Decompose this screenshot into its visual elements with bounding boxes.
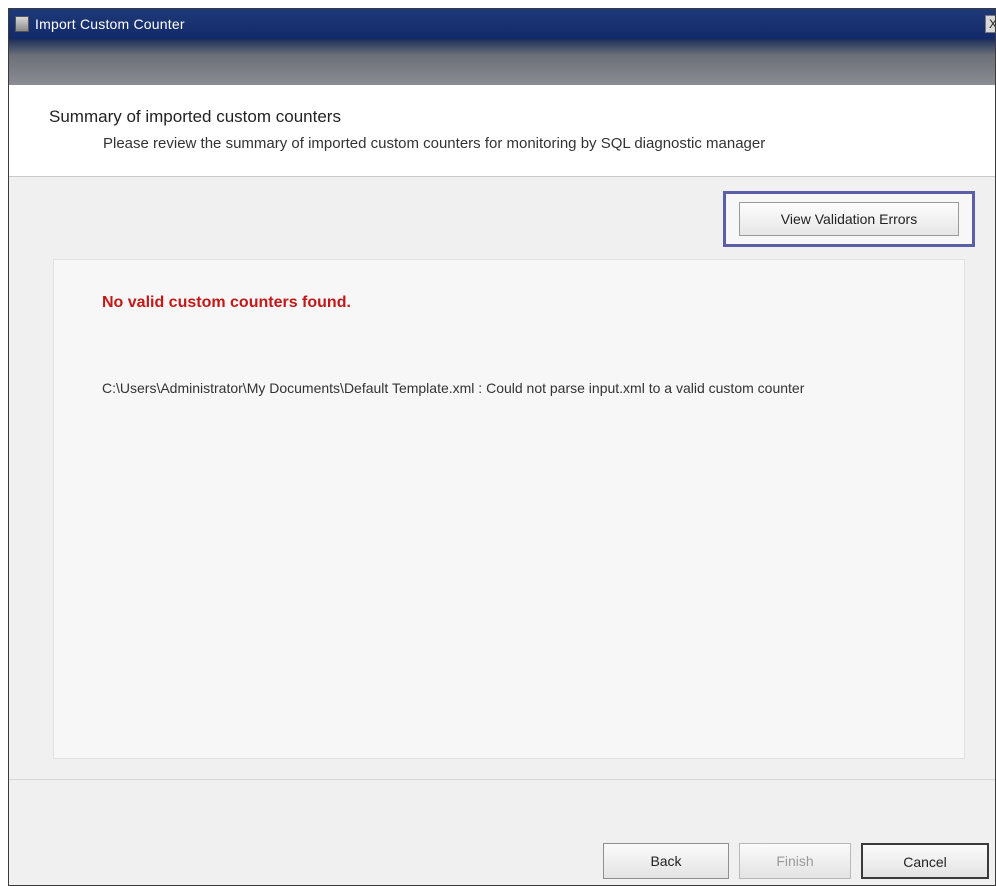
page-subtitle: Please review the summary of imported cu… [103,135,766,152]
footer-separator [9,779,995,780]
view-validation-errors-button[interactable]: View Validation Errors [723,191,975,247]
application-icon [15,16,29,32]
title-bar[interactable]: Import Custom Counter X [9,9,995,39]
error-heading: No valid custom counters found. [102,294,351,311]
window-title: Import Custom Counter [35,16,185,32]
finish-button[interactable]: Finish [739,843,851,879]
cancel-button[interactable]: Cancel [861,843,989,879]
title-underbar [9,39,995,85]
view-validation-errors-label: View Validation Errors [739,202,959,236]
back-button[interactable]: Back [603,843,729,879]
page-title: Summary of imported custom counters [49,107,341,126]
import-custom-counter-dialog: Import Custom Counter X Summary of impor… [8,8,996,886]
close-icon[interactable]: X [985,15,995,33]
wizard-header: Summary of imported custom counters Plea… [9,85,995,177]
summary-panel: No valid custom counters found. C:\Users… [53,259,965,759]
error-detail: C:\Users\Administrator\My Documents\Defa… [102,380,805,396]
